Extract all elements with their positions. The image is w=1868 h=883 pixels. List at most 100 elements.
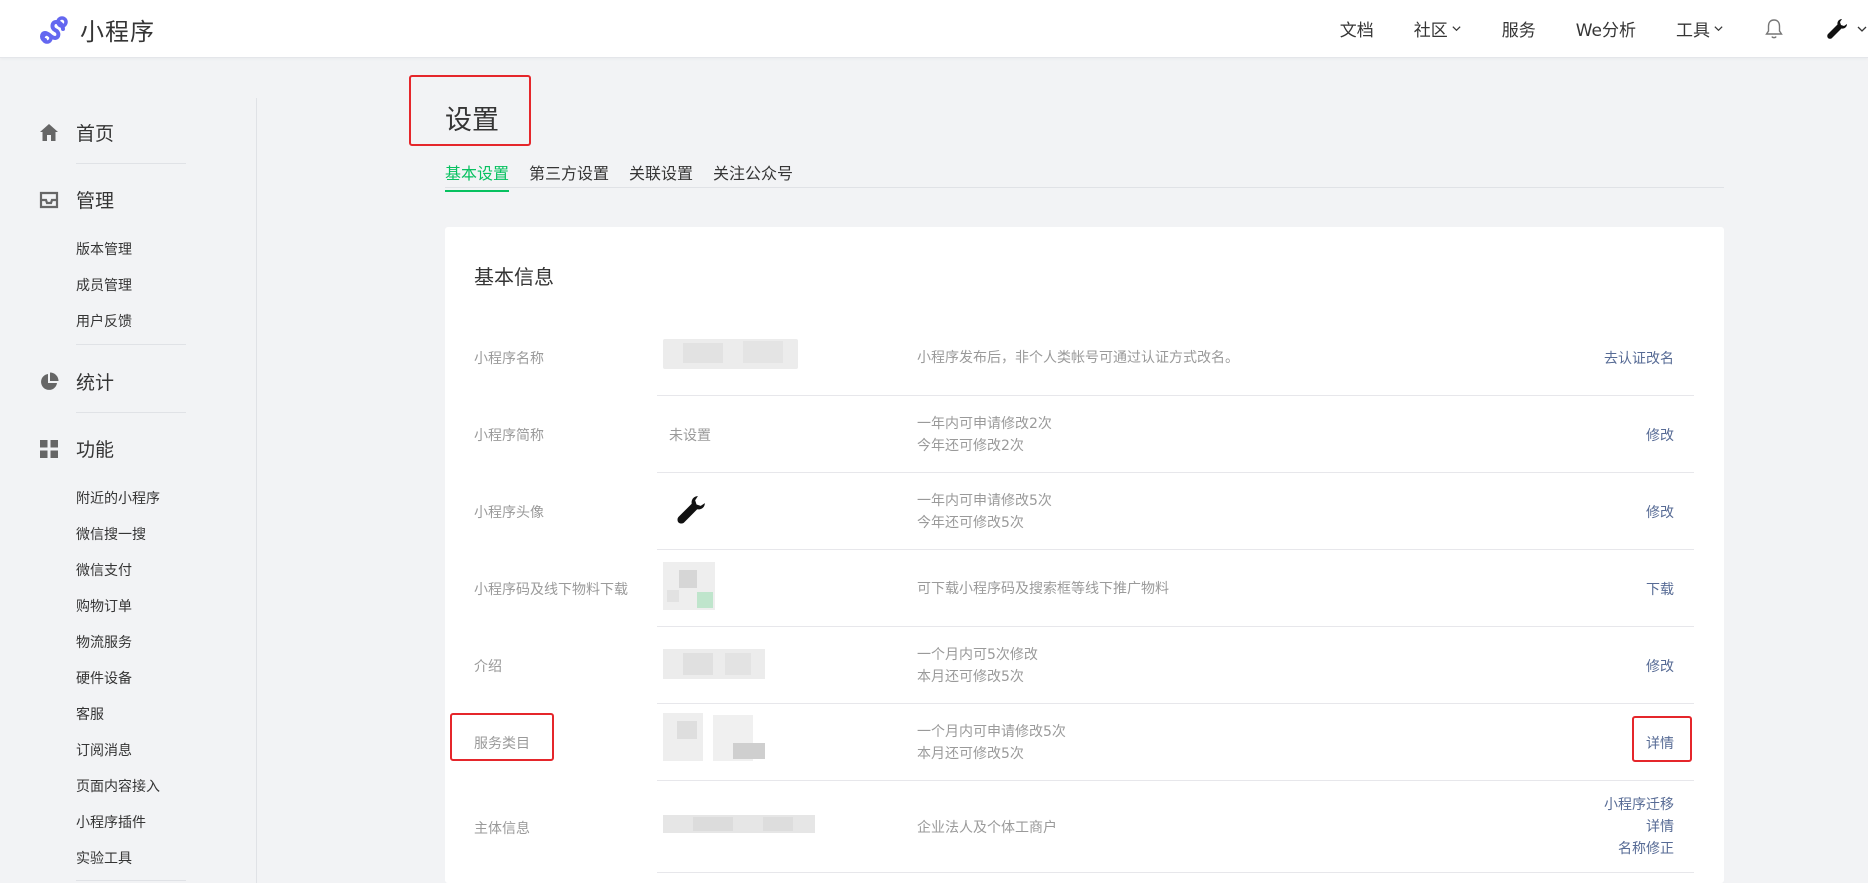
basic-info-card: 基本信息 小程序名称 小程序发布后，非个人类帐号可通过认证方式改名。 去认证改名…	[445, 227, 1724, 883]
highlight-box	[1632, 716, 1692, 762]
home-icon	[40, 123, 58, 141]
chevron-down-icon[interactable]	[1856, 23, 1868, 35]
sidebar-item-subscription-messages[interactable]: 订阅消息	[76, 740, 132, 760]
wrench-avatar-icon[interactable]	[1824, 16, 1850, 42]
rename-via-verification-link[interactable]: 去认证改名	[1604, 348, 1674, 368]
top-nav: 文档 社区 服务 We分析 工具	[1340, 0, 1868, 57]
row-desc-line: 一年内可申请修改5次	[917, 493, 1052, 509]
row-divider	[657, 395, 1694, 396]
sidebar-divider	[76, 344, 186, 345]
mini-program-migration-link[interactable]: 小程序迁移	[1604, 794, 1674, 816]
nav-community[interactable]: 社区	[1414, 16, 1462, 41]
sidebar-item-customer-service[interactable]: 客服	[76, 704, 104, 724]
sidebar-item-label: 统计	[76, 372, 115, 394]
row-desc-line: 小程序发布后，非个人类帐号可通过认证方式改名。	[917, 350, 1239, 366]
entity-details-link[interactable]: 详情	[1604, 816, 1674, 838]
row-divider	[657, 780, 1694, 781]
download-qrcode-link[interactable]: 下载	[1646, 579, 1674, 599]
row-desc: 一个月内可申请修改5次 本月还可修改5次	[917, 721, 1066, 765]
row-desc: 企业法人及个体工商户	[917, 817, 1057, 839]
sidebar-item-hardware[interactable]: 硬件设备	[76, 668, 132, 688]
nav-we-analytics-label: We分析	[1575, 21, 1636, 41]
row-divider	[657, 549, 1694, 550]
sidebar-item-lab-tools[interactable]: 实验工具	[76, 848, 132, 868]
row-desc-line: 本月还可修改5次	[917, 669, 1024, 685]
nav-services[interactable]: 服务	[1502, 16, 1536, 41]
app-logo[interactable]: 小程序	[38, 12, 155, 47]
nav-docs-label: 文档	[1339, 21, 1374, 41]
row-divider	[657, 626, 1694, 627]
row-label-name: 小程序名称	[474, 351, 544, 367]
row-desc-line: 一年内可申请修改2次	[917, 416, 1052, 432]
mini-program-logo-icon	[40, 15, 68, 44]
nav-tools-label: 工具	[1676, 21, 1710, 41]
row-desc-line: 今年还可修改5次	[917, 515, 1024, 531]
row-desc: 一年内可申请修改2次 今年还可修改2次	[917, 413, 1052, 457]
sidebar-item-statistics[interactable]: 统计	[38, 368, 114, 395]
sidebar-item-wechat-pay[interactable]: 微信支付	[76, 560, 132, 580]
card-title: 基本信息	[474, 265, 554, 289]
bell-icon[interactable]	[1764, 18, 1784, 40]
edit-short-name-link[interactable]: 修改	[1646, 425, 1674, 445]
highlight-box	[450, 713, 554, 761]
top-bar: 小程序 文档 社区 服务 We分析 工具	[0, 0, 1868, 58]
sidebar-divider	[256, 98, 257, 883]
grid-icon	[40, 439, 58, 458]
sidebar-item-home[interactable]: 首页	[38, 119, 114, 146]
wrench-avatar-icon	[677, 496, 705, 524]
sidebar-item-label: 首页	[76, 123, 115, 145]
sidebar-item-manage[interactable]: 管理	[38, 186, 114, 213]
row-desc-line: 企业法人及个体工商户	[917, 820, 1057, 836]
nav-docs[interactable]: 文档	[1340, 16, 1374, 41]
edit-intro-link[interactable]: 修改	[1646, 656, 1674, 676]
row-desc-line: 可下载小程序码及搜索框等线下推广物料	[917, 581, 1169, 597]
row-label-intro: 介绍	[474, 659, 502, 675]
sidebar-item-plugins[interactable]: 小程序插件	[76, 812, 146, 832]
nav-services-label: 服务	[1501, 21, 1536, 41]
row-desc: 可下载小程序码及搜索框等线下推广物料	[917, 578, 1169, 600]
tab-follow-official-account[interactable]: 关注公众号	[713, 160, 793, 190]
chevron-down-icon	[1452, 26, 1461, 32]
chevron-down-icon	[1714, 26, 1723, 32]
tab-third-party-settings[interactable]: 第三方设置	[529, 160, 609, 190]
settings-tabs: 基本设置 第三方设置 关联设置 关注公众号	[445, 158, 1724, 192]
sidebar-item-label: 功能	[76, 439, 115, 461]
sidebar-item-page-content[interactable]: 页面内容接入	[76, 776, 160, 796]
sidebar-item-member-management[interactable]: 成员管理	[76, 275, 132, 295]
pie-chart-icon	[41, 372, 59, 390]
row-label-qrcode: 小程序码及线下物料下载	[474, 582, 628, 598]
short-name-value: 未设置	[669, 428, 711, 444]
nav-we-analytics[interactable]: We分析	[1576, 16, 1636, 41]
row-desc: 一年内可申请修改5次 今年还可修改5次	[917, 490, 1052, 534]
row-desc: 一个月内可5次修改 本月还可修改5次	[917, 644, 1038, 688]
name-correction-link[interactable]: 名称修正	[1604, 838, 1674, 860]
row-divider	[657, 703, 1694, 704]
nav-tools[interactable]: 工具	[1676, 16, 1724, 41]
sidebar-item-wechat-search[interactable]: 微信搜一搜	[76, 524, 146, 544]
inbox-icon	[39, 191, 59, 208]
tab-basic-settings[interactable]: 基本设置	[445, 160, 510, 192]
sidebar-divider	[76, 412, 186, 413]
tab-association-settings[interactable]: 关联设置	[629, 160, 693, 190]
sidebar-item-user-feedback[interactable]: 用户反馈	[76, 311, 132, 331]
row-desc-line: 一个月内可5次修改	[917, 647, 1038, 663]
row-desc-line: 一个月内可申请修改5次	[917, 724, 1066, 740]
row-divider	[657, 472, 1694, 473]
sidebar-item-shopping-orders[interactable]: 购物订单	[76, 596, 132, 616]
nav-community-label: 社区	[1413, 21, 1448, 41]
edit-avatar-link[interactable]: 修改	[1646, 502, 1674, 522]
row-desc-line: 今年还可修改2次	[917, 438, 1024, 454]
sidebar-item-logistics[interactable]: 物流服务	[76, 632, 132, 652]
row-desc: 小程序发布后，非个人类帐号可通过认证方式改名。	[917, 347, 1239, 369]
sidebar-item-label: 管理	[76, 190, 115, 212]
sidebar-item-features[interactable]: 功能	[38, 435, 114, 462]
row-label-short-name: 小程序简称	[474, 428, 544, 444]
sidebar-item-version-management[interactable]: 版本管理	[76, 239, 132, 259]
entity-actions: 小程序迁移 详情 名称修正	[1604, 794, 1674, 860]
row-label-avatar: 小程序头像	[474, 505, 544, 521]
row-desc-line: 本月还可修改5次	[917, 746, 1024, 762]
app-name: 小程序	[80, 18, 155, 46]
highlight-box	[409, 75, 531, 146]
row-label-entity-info: 主体信息	[474, 821, 530, 837]
sidebar-item-nearby-mini-programs[interactable]: 附近的小程序	[76, 488, 160, 508]
